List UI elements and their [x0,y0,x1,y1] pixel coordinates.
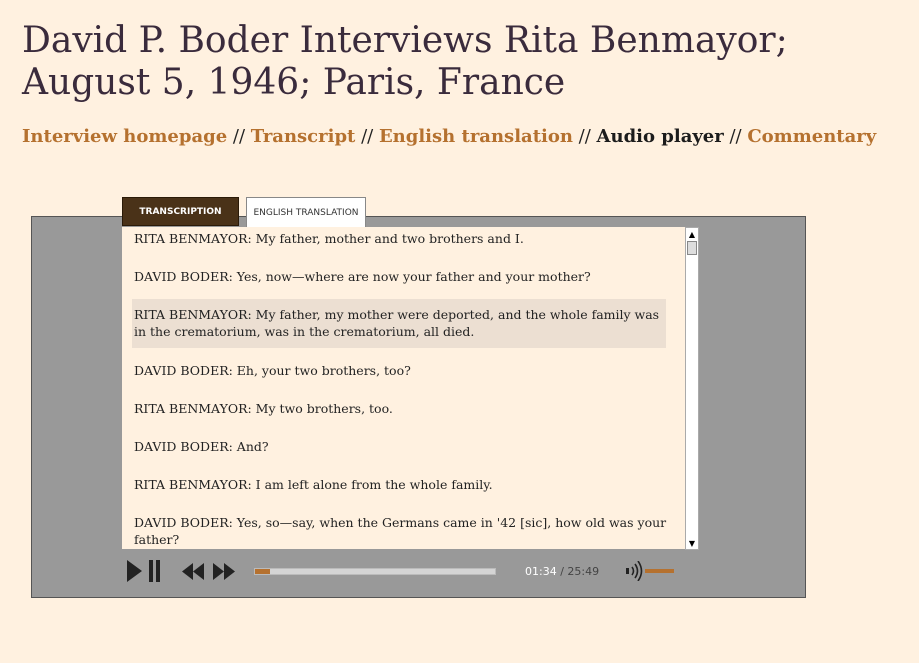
progress-bar[interactable] [254,568,496,575]
tab-english-translation[interactable]: ENGLISH TRANSLATION [246,197,366,227]
nav-english-translation[interactable]: English translation [379,126,573,147]
scroll-up-arrow-icon[interactable]: ▲ [686,228,698,240]
play-pause-icon[interactable] [127,560,163,582]
page-nav: Interview homepage // Transcript // Engl… [22,126,876,147]
transcript-line[interactable]: RITA BENMAYOR: My father, mother and two… [132,229,676,248]
nav-transcript[interactable]: Transcript [251,126,356,147]
scroll-thumb[interactable] [687,241,697,255]
scroll-down-arrow-icon[interactable]: ▼ [686,537,698,549]
transcript-line[interactable]: RITA BENMAYOR: I am left alone from the … [132,475,676,494]
transcript-scrollbar[interactable]: ▲ ▼ [685,227,699,550]
transcript-line[interactable]: DAVID BODER: Yes, now—where are now your… [132,267,676,286]
transcript-line[interactable]: DAVID BODER: Yes, so—say, when the Germa… [132,513,676,549]
nav-separator: // [723,126,748,147]
volume-slider[interactable] [645,569,674,573]
time-separator: / [560,565,564,578]
transcript-line[interactable]: RITA BENMAYOR: My two brothers, too. [132,399,676,418]
nav-separator: // [572,126,597,147]
time-display: 01:34 / 25:49 [525,565,599,578]
transcript-line[interactable]: DAVID BODER: Eh, your two brothers, too? [132,361,676,380]
volume-icon[interactable] [626,561,644,581]
transcript-line[interactable]: DAVID BODER: And? [132,437,676,456]
tab-transcription[interactable]: TRANSCRIPTION [122,197,239,226]
rewind-icon[interactable] [182,563,204,580]
fast-forward-icon[interactable] [213,563,235,580]
nav-commentary[interactable]: Commentary [747,126,876,147]
transcript-pane[interactable]: RITA BENMAYOR: My father, mother and two… [122,227,685,549]
progress-bar-fill [255,569,270,574]
nav-separator: // [355,126,379,147]
volume-slider-fill [645,569,674,573]
page-title: David P. Boder Interviews Rita Benmayor;… [22,20,788,103]
nav-interview-homepage[interactable]: Interview homepage [22,126,227,147]
nav-audio-player-current: Audio player [596,126,724,147]
transcript-line-current[interactable]: RITA BENMAYOR: My father, my mother were… [132,299,666,348]
total-time: 25:49 [567,565,600,578]
current-time: 01:34 [525,565,557,578]
nav-separator: // [227,126,251,147]
